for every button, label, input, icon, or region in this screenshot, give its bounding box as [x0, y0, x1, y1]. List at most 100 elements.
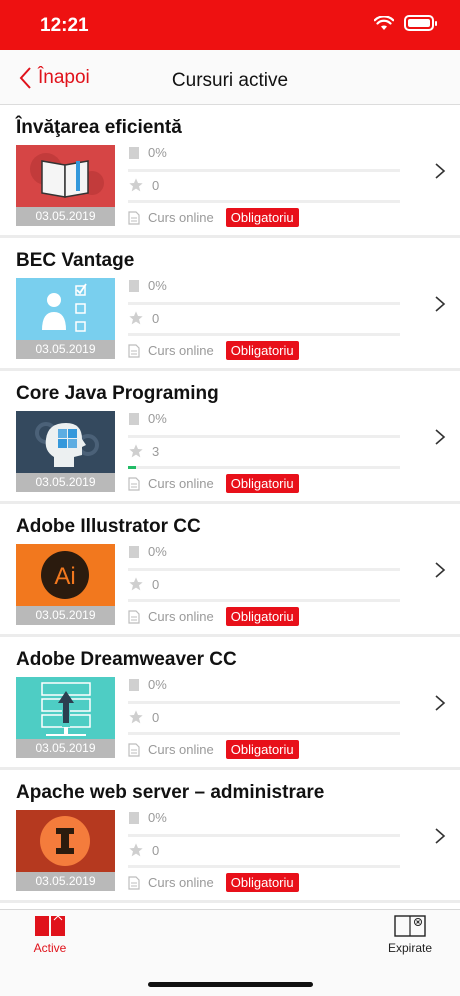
server-upload-icon: [16, 677, 115, 739]
course-item[interactable]: Core Java Programing 03.05.2019 0% 3 Cur…: [0, 371, 460, 504]
book-tab-icon: [35, 915, 65, 936]
chevron-right-icon[interactable]: [434, 693, 446, 713]
svg-text:Ai: Ai: [54, 563, 75, 590]
course-date: 03.05.2019: [16, 207, 115, 226]
document-icon: [129, 412, 139, 425]
progress-bar: [128, 834, 400, 837]
mandatory-badge: Obligatoriu: [225, 873, 299, 892]
star-icon: [129, 843, 143, 857]
battery-icon: [404, 15, 437, 31]
star-icon: [129, 178, 143, 192]
progress-row: 0%: [128, 544, 167, 559]
course-date: 03.05.2019: [16, 473, 115, 492]
mandatory-badge: Obligatoriu: [225, 740, 299, 759]
tab-expired[interactable]: Expirate: [370, 914, 450, 955]
progress-value: 0%: [148, 810, 167, 825]
rating-bar: [128, 333, 400, 336]
progress-bar: [128, 568, 400, 571]
course-item[interactable]: Adobe Dreamweaver CC 03.05.2019 0% 0 Cur…: [0, 637, 460, 770]
tab-active[interactable]: Active: [10, 914, 90, 955]
progress-bar: [128, 701, 400, 704]
course-title: Apache web server – administrare: [16, 782, 325, 803]
rating-row: 0: [128, 310, 159, 326]
progress-row: 0%: [128, 810, 167, 825]
tab-bar: Active Expirate: [0, 909, 460, 996]
course-list: Învăţarea eficientă 03.05.2019 0% 0 Curs…: [0, 105, 460, 903]
tab-active-label: Active: [33, 941, 67, 955]
navigation-bar: Înapoi Cursuri active: [0, 50, 460, 105]
home-indicator[interactable]: [148, 982, 313, 987]
course-item[interactable]: BEC Vantage 03.05.2019 0% 0 Curs online …: [0, 238, 460, 371]
course-title: Core Java Programing: [16, 383, 219, 404]
progress-value: 0%: [148, 278, 167, 293]
rating-bar: [128, 466, 400, 469]
rating-bar-fill: [128, 466, 137, 469]
rating-bar: [128, 732, 400, 735]
file-icon: [128, 476, 140, 491]
mandatory-badge: Obligatoriu: [225, 607, 299, 626]
head-puzzle-icon: [16, 411, 115, 473]
course-thumbnail: 03.05.2019: [16, 278, 115, 359]
course-thumbnail: 03.05.2019: [16, 810, 115, 891]
star-icon: [129, 577, 143, 591]
rating-row: 0: [128, 576, 159, 592]
course-title: Adobe Dreamweaver CC: [16, 649, 237, 670]
apache-icon: [16, 810, 115, 872]
progress-value: 0%: [148, 544, 167, 559]
course-thumbnail: 03.05.2019: [16, 411, 115, 492]
progress-row: 0%: [128, 278, 167, 293]
chevron-right-icon[interactable]: [434, 560, 446, 580]
progress-row: 0%: [128, 411, 167, 426]
rating-value: 0: [152, 576, 160, 592]
book-icon: [16, 145, 115, 207]
progress-value: 0%: [148, 145, 167, 160]
document-icon: [129, 811, 139, 824]
course-type: Curs online: [148, 875, 214, 890]
page-title: Cursuri active: [171, 70, 289, 91]
document-icon: [129, 279, 139, 292]
rating-bar: [128, 200, 400, 203]
course-item[interactable]: Adobe Illustrator CC Ai 03.05.2019 0% 0 …: [0, 504, 460, 637]
progress-value: 0%: [148, 677, 167, 692]
course-item[interactable]: Apache web server – administrare 03.05.2…: [0, 770, 460, 903]
progress-bar: [128, 302, 400, 305]
course-thumbnail: 03.05.2019: [16, 677, 115, 758]
course-title: Învăţarea eficientă: [16, 117, 182, 138]
illustrator-icon: Ai: [16, 544, 115, 606]
star-icon: [129, 444, 143, 458]
document-icon: [129, 545, 139, 558]
type-row: Curs online Obligatoriu: [128, 740, 299, 759]
type-row: Curs online Obligatoriu: [128, 208, 299, 227]
mandatory-badge: Obligatoriu: [225, 208, 299, 227]
course-type: Curs online: [148, 476, 214, 491]
file-icon: [128, 609, 140, 624]
status-time: 12:21: [40, 15, 89, 36]
course-thumbnail: 03.05.2019: [16, 145, 115, 226]
type-row: Curs online Obligatoriu: [128, 341, 299, 360]
file-icon: [128, 210, 140, 225]
rating-value: 0: [152, 709, 160, 725]
course-type: Curs online: [148, 742, 214, 757]
rating-bar: [128, 599, 400, 602]
progress-row: 0%: [128, 145, 167, 160]
rating-value: 0: [152, 310, 160, 326]
status-bar: 12:21: [0, 0, 460, 50]
course-type: Curs online: [148, 609, 214, 624]
course-type: Curs online: [148, 210, 214, 225]
type-row: Curs online Obligatoriu: [128, 474, 299, 493]
chevron-right-icon[interactable]: [434, 161, 446, 181]
file-icon: [128, 343, 140, 358]
chevron-right-icon[interactable]: [434, 427, 446, 447]
course-thumbnail: Ai 03.05.2019: [16, 544, 115, 625]
chevron-right-icon[interactable]: [434, 294, 446, 314]
document-icon: [129, 678, 139, 691]
course-date: 03.05.2019: [16, 739, 115, 758]
rating-row: 0: [128, 177, 159, 193]
course-item[interactable]: Învăţarea eficientă 03.05.2019 0% 0 Curs…: [0, 105, 460, 238]
course-title: BEC Vantage: [16, 250, 135, 271]
expired-book-icon: [394, 915, 426, 937]
rating-value: 3: [152, 443, 160, 459]
star-icon: [129, 710, 143, 724]
course-date: 03.05.2019: [16, 606, 115, 625]
chevron-right-icon[interactable]: [434, 826, 446, 846]
